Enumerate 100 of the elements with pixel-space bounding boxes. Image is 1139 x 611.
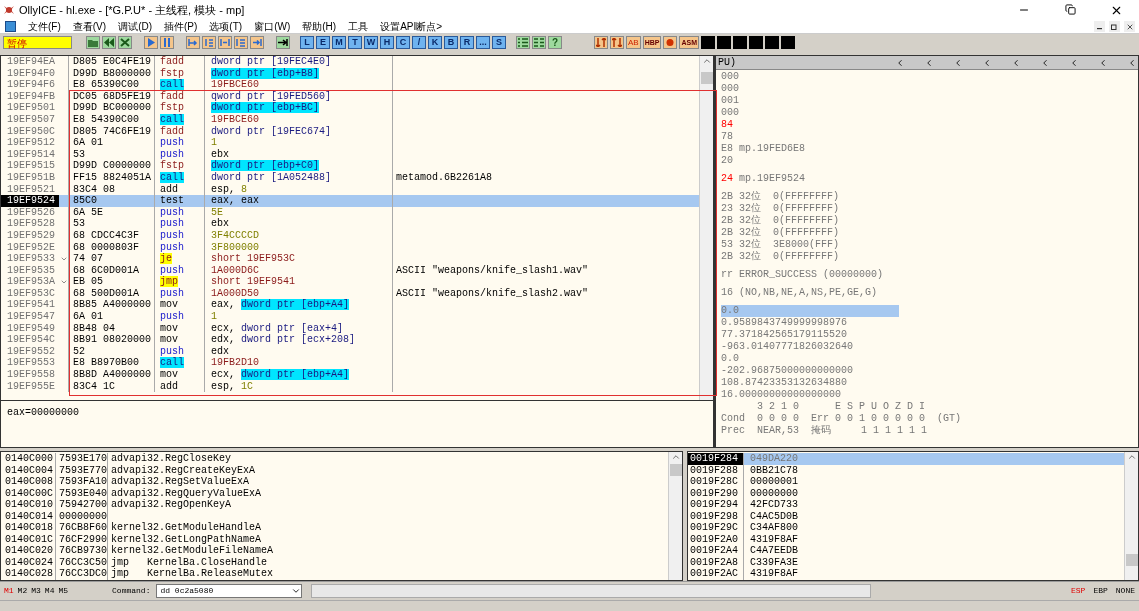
operand-cell: dword ptr [1A052488] <box>211 171 332 183</box>
address-cell-text: 19EF9533 <box>6 253 56 265</box>
chevron-icon[interactable] <box>1098 57 1108 68</box>
chevron-icon[interactable] <box>1011 57 1021 68</box>
step-arrow-icon[interactable] <box>234 35 248 49</box>
menu-item[interactable]: 窗口(W) <box>254 19 291 34</box>
window-button[interactable]: S <box>492 35 506 49</box>
menu-item[interactable]: 选项(T) <box>209 19 243 34</box>
chevron-icon[interactable] <box>895 57 905 68</box>
menu-item[interactable]: 插件(P) <box>164 19 198 34</box>
window-button[interactable]: T <box>348 35 362 49</box>
scrollbar[interactable] <box>699 56 713 400</box>
scrollbar[interactable] <box>1124 452 1138 580</box>
hex-cell: 83C4 1C <box>73 380 115 392</box>
mnemonic-cell: push <box>160 264 184 276</box>
plugin-button[interactable] <box>765 35 779 49</box>
window-button[interactable]: / <box>412 35 426 49</box>
value-cell-text: C34AF800 <box>749 522 798 534</box>
rewind-icon[interactable] <box>102 35 116 49</box>
menu-item[interactable]: 帮助(H) <box>302 19 337 34</box>
plugin-button[interactable] <box>733 35 747 49</box>
menu-item[interactable]: 设置API断点> <box>380 19 443 34</box>
scrollbar-thumb[interactable] <box>669 464 682 476</box>
chevron-icon[interactable] <box>1127 57 1137 68</box>
app-icon[interactable] <box>5 21 16 32</box>
scroll-up-icon[interactable] <box>670 452 681 462</box>
chevron-icon[interactable] <box>1040 57 1050 68</box>
address-cell: 0140C010 <box>1 499 56 511</box>
play-icon[interactable] <box>144 35 158 49</box>
address-cell: 0019F288 <box>688 464 744 476</box>
list-icon[interactable] <box>532 35 546 49</box>
window-button[interactable]: E <box>316 35 330 49</box>
stack-mode-tab[interactable]: EBP <box>1093 585 1108 597</box>
hex-cell: D805 74C6FE19 <box>73 125 151 137</box>
stack-mode-tab[interactable]: NONE <box>1115 585 1135 597</box>
window-button[interactable]: ... <box>476 35 490 49</box>
step-arrow-icon[interactable] <box>218 35 232 49</box>
restore-icon[interactable] <box>1064 3 1076 15</box>
register-value: 23 <box>721 203 733 214</box>
chevron-icon[interactable] <box>953 57 963 68</box>
mnemonic-cell: je <box>160 253 172 265</box>
memory-tab[interactable]: M2 <box>17 585 28 597</box>
scroll-up-icon[interactable] <box>1126 452 1137 462</box>
window-button[interactable]: H <box>380 35 394 49</box>
address-cell-text: 19EF94EA <box>6 56 56 68</box>
swap-arrows-icon[interactable] <box>594 35 608 49</box>
scrollbar-thumb[interactable] <box>1125 554 1138 566</box>
window-button[interactable]: B <box>444 35 458 49</box>
minimize-button[interactable] <box>1094 21 1105 32</box>
scrollbar[interactable] <box>668 452 682 580</box>
register-value: 000 <box>721 71 739 82</box>
command-combobox[interactable]: dd 0c2a5080 <box>156 584 303 598</box>
memory-tab[interactable]: M3 <box>31 585 41 597</box>
pause-icon[interactable] <box>160 35 174 49</box>
chevron-icon[interactable] <box>924 57 934 68</box>
fpu-flags-line: 3 2 1 0 E S P U O Z D I <box>756 401 927 413</box>
plugin-button[interactable]: AB <box>626 35 641 49</box>
window-button[interactable]: W <box>364 35 378 49</box>
operand-cell: ebx <box>211 148 229 160</box>
operand-cell: esp, 1C <box>211 380 254 392</box>
help-button[interactable]: ? <box>548 35 562 49</box>
menu-item[interactable]: 查看(V) <box>72 19 107 34</box>
menu-item[interactable]: 工具 <box>348 19 369 34</box>
scroll-up-icon[interactable] <box>701 56 712 66</box>
swap-arrows-icon[interactable] <box>610 35 624 49</box>
window-button[interactable]: C <box>396 35 410 49</box>
close-button[interactable] <box>1124 21 1135 32</box>
operand-cell: edx <box>211 345 229 357</box>
step-arrow-icon[interactable] <box>202 35 216 49</box>
hex-cell: EB 05 <box>73 276 103 288</box>
chevron-icon[interactable] <box>982 57 992 68</box>
window-button[interactable]: K <box>428 35 442 49</box>
menu-item[interactable]: 调试(D) <box>118 19 152 34</box>
list-icon[interactable] <box>516 35 530 49</box>
window-button[interactable]: L <box>300 35 314 49</box>
operand-cell: ecx, dword ptr [eax+4] <box>211 322 344 334</box>
memory-tab[interactable]: M5 <box>58 585 69 597</box>
plugin-button[interactable] <box>749 35 763 49</box>
goto-arrow-icon[interactable] <box>276 35 290 49</box>
folder-icon[interactable] <box>86 35 100 49</box>
plugin-button[interactable] <box>701 35 715 49</box>
value-cell-text: C4AC5D0B <box>749 510 798 522</box>
mnemonic-cell: mov <box>160 322 178 334</box>
dropdown-icon[interactable] <box>291 586 302 596</box>
memory-tab[interactable]: M4 <box>44 585 55 597</box>
plugin-button[interactable] <box>781 35 795 49</box>
register-value: rr <box>721 269 733 280</box>
restore-button[interactable] <box>1109 21 1120 32</box>
target-icon[interactable] <box>663 35 678 49</box>
plugin-button[interactable] <box>717 35 731 49</box>
comment-cell-text: jmp KernelBa.ReleaseMutex <box>110 568 274 580</box>
chevron-icon[interactable] <box>1069 57 1079 68</box>
scrollbar-thumb[interactable] <box>700 72 713 84</box>
hex-cell: 8B85 A4000000 <box>73 299 151 311</box>
step-arrow-icon[interactable] <box>186 35 200 49</box>
step-arrow-icon[interactable] <box>250 35 264 49</box>
register-value: 24 <box>721 173 733 184</box>
window-button[interactable]: M <box>332 35 346 49</box>
menu-item[interactable]: 文件(F) <box>28 19 61 34</box>
window-button[interactable]: R <box>460 35 474 49</box>
